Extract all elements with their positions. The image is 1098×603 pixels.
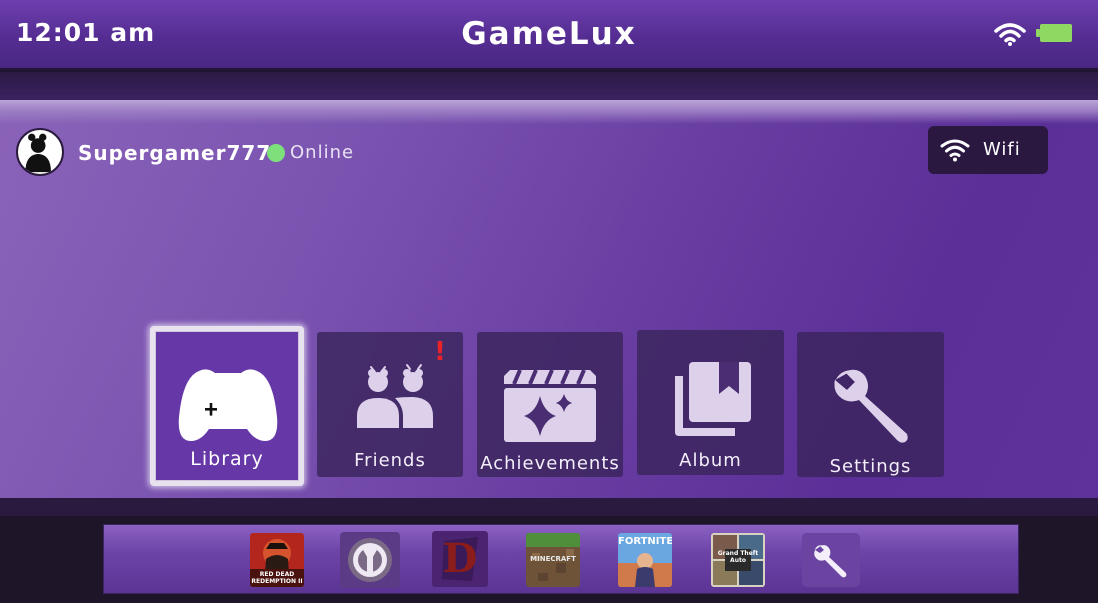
game-title-art: RED DEAD REDEMPTION II xyxy=(251,571,303,585)
gamepad-icon xyxy=(178,369,278,441)
wifi-icon xyxy=(994,23,1026,46)
online-status-label: Online xyxy=(290,142,355,163)
clapperboard-sparkle-icon xyxy=(504,369,596,442)
tile-settings-label: Settings xyxy=(829,456,912,477)
game-tile-diablo[interactable]: D xyxy=(432,531,488,587)
tile-album-label: Album xyxy=(679,450,742,471)
tile-achievements[interactable]: Achievements xyxy=(477,332,623,477)
game-title-art: Grand Theft Auto xyxy=(717,550,759,564)
game-tile-gta-v[interactable]: Grand Theft Auto xyxy=(711,533,765,587)
wifi-icon xyxy=(940,139,970,162)
tile-achievements-label: Achievements xyxy=(480,453,620,474)
divider-band xyxy=(0,498,1098,516)
game-tile-red-dead-redemption[interactable]: RED DEAD REDEMPTION II xyxy=(250,533,304,587)
game-tile-minecraft[interactable]: MINECRAFT xyxy=(526,533,580,587)
game-title-art: MINECRAFT xyxy=(530,555,576,563)
wifi-button-label: Wifi xyxy=(983,139,1021,160)
wrench-icon xyxy=(834,369,908,443)
tile-settings[interactable]: Settings xyxy=(797,332,944,477)
tile-library[interactable]: Library xyxy=(150,326,304,486)
online-status-dot xyxy=(267,144,285,162)
battery-icon xyxy=(1036,24,1072,42)
status-bar: 12:01 am GameLux xyxy=(0,0,1098,70)
wrench-icon xyxy=(802,533,860,587)
friends-icon xyxy=(357,364,433,428)
game-title-art: D xyxy=(442,535,478,582)
game-tile-fortnite[interactable]: FORTNITE xyxy=(618,533,672,587)
game-tile-overwatch[interactable] xyxy=(340,532,400,588)
photo-library-icon xyxy=(675,362,751,436)
username: Supergamer777 xyxy=(78,141,272,165)
wifi-button[interactable]: Wifi xyxy=(928,126,1048,174)
dock-settings-button[interactable] xyxy=(802,533,860,587)
friends-alert-badge: ! xyxy=(434,337,446,367)
home-panel: Supergamer777 Online Wifi Library Friend… xyxy=(0,100,1098,498)
game-title-art: FORTNITE xyxy=(618,536,672,547)
user-avatar-icon[interactable] xyxy=(16,128,64,176)
tile-friends-label: Friends xyxy=(354,450,426,471)
divider-band xyxy=(0,72,1098,100)
tile-album[interactable]: Album xyxy=(637,330,784,475)
brand-title: GameLux xyxy=(461,16,637,52)
tile-library-label: Library xyxy=(190,448,264,470)
